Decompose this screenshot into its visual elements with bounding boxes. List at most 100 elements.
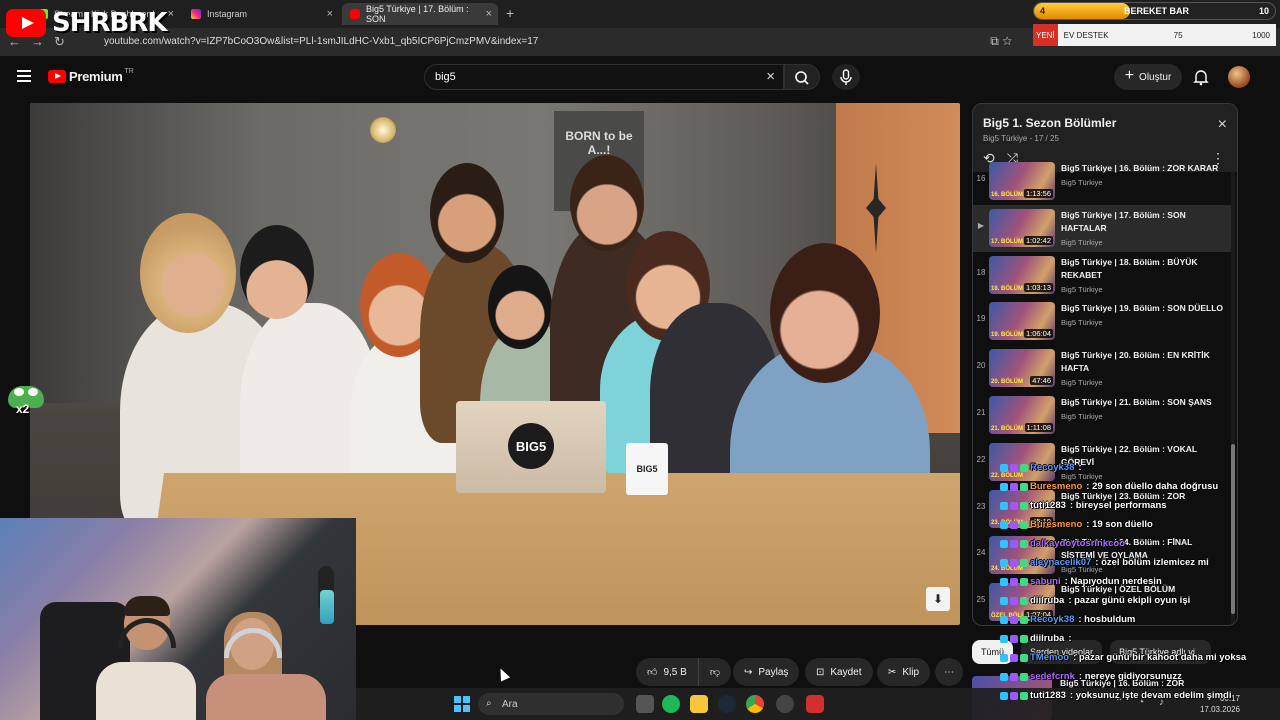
bookmark-icon: ⊡ (816, 666, 825, 678)
playlist-item-index: 18 (976, 267, 986, 277)
share-button[interactable]: ↪ Paylaş (733, 658, 800, 686)
playlist-item-index: 24 (976, 548, 986, 558)
more-horizontal-icon: ⋯ (944, 666, 954, 678)
playlist-title[interactable]: Big5 1. Sezon Bölümler (983, 116, 1116, 130)
playlist-item-title: Big5 Türkiye | 22. Bölüm : VOKAL GÖREVİ (1061, 443, 1197, 467)
like-button[interactable]: 👍︎ 9,5 B (636, 658, 699, 686)
new-tab-button[interactable]: + (506, 5, 514, 21)
create-button[interactable]: + Oluştur (1114, 64, 1182, 90)
create-label: Oluştur (1139, 71, 1172, 83)
playlist-item-channel: Big5 Türkiye (1061, 284, 1103, 294)
microphone-icon (840, 69, 852, 85)
playlist-item-thumbnail: 20. BÖLÜM 47:46 (989, 349, 1055, 388)
playlist-item[interactable]: 21 21. BÖLÜM 1:11:08 Big5 Türkiye | 21. Böl… (973, 392, 1231, 439)
like-dislike-group: 👍︎ 9,5 B 👎︎ (636, 658, 731, 686)
bereket-current: 4 (1040, 6, 1046, 16)
thumbnail-episode-label: 19. BÖLÜM (991, 332, 1024, 339)
taskbar-search[interactable]: ⌕ Ara (478, 693, 624, 715)
avatar[interactable] (1228, 66, 1250, 88)
bookmark-star-icon[interactable]: ⧉ ☆ (990, 34, 1012, 49)
pepe-emote: x2 (4, 386, 50, 420)
playlist-item[interactable]: ▶ 17. BÖLÜM 1:02:42 Big5 Türkiye | 17. Bölü… (973, 204, 1231, 252)
playlist-item-title: Big5 Türkiye | 17. Bölüm : SON HAFTALAR (1061, 209, 1186, 233)
spotify-icon[interactable] (662, 695, 680, 713)
streamer-woman (200, 608, 340, 720)
clip-label: Klip (902, 666, 920, 678)
clip-button[interactable]: ✂ Klip (877, 658, 931, 686)
tab-instagram[interactable]: Instagram × (183, 3, 339, 25)
app-icon[interactable] (806, 695, 824, 713)
playlist-item-index: 23 (976, 501, 986, 511)
scissors-icon: ✂ (888, 666, 897, 678)
clear-search-icon[interactable]: × (766, 68, 775, 85)
save-button[interactable]: ⊡ Kaydet (805, 658, 873, 686)
playlist-item[interactable]: 18 18. BÖLÜM 1:03:13 Big5 Türkiye | 18. Böl… (973, 252, 1231, 299)
playlist-item[interactable]: 23 23. BÖLÜM 45:19 Big5 Türkiye | 23. Bölüm… (973, 486, 1231, 533)
playlist-item-channel: Big5 Türkiye (1061, 565, 1103, 575)
playlist-item-thumbnail: 18. BÖLÜM 1:03:13 (989, 255, 1055, 294)
playlist-item-thumbnail: ÖZEL BÖLÜM 1:07:04 (989, 583, 1055, 622)
tab-youtube-video[interactable]: Big5 Türkiye | 17. Bölüm : SON × (342, 3, 498, 25)
close-icon[interactable]: × (486, 8, 492, 20)
youtube-premium-logo[interactable]: Premium TR (48, 68, 134, 84)
channel-watermark-icon[interactable]: ⬇ (926, 587, 950, 611)
playlist-item-channel: Big5 Türkiye (1061, 178, 1103, 187)
close-icon[interactable]: × (327, 8, 333, 20)
chrome-icon[interactable] (746, 695, 764, 713)
clock-date: 17.03.2026 (1199, 705, 1240, 714)
task-view-icon[interactable] (636, 695, 654, 713)
playlist-scrollbar[interactable] (1231, 172, 1235, 625)
emote-multiplier: x2 (16, 402, 30, 416)
tab-label: Big5 Türkiye | 17. Bölüm : SON (365, 4, 469, 24)
led-light (320, 590, 334, 624)
steam-icon[interactable] (718, 695, 736, 713)
playlist-item-title: Big5 Türkiye | 16. Bölüm : ZOR KARAR (1061, 163, 1219, 173)
playlist-item-thumbnail: 21. BÖLÜM 1:11:08 (989, 395, 1055, 434)
ev-destek-label: EV DESTEK (1063, 30, 1109, 40)
chip-channel[interactable]: Big5 Türkiye adlı vi... (1110, 640, 1212, 664)
dislike-button[interactable]: 👎︎ (698, 658, 731, 686)
ev-destek-bar: YENİ EV DESTEK 75 1000 (1033, 24, 1276, 46)
search-button[interactable] (784, 64, 820, 90)
playlist-subtitle: Big5 Türkiye - 17 / 25 (983, 134, 1059, 143)
bereket-label: BEREKET BAR (1124, 6, 1190, 16)
playlist-item-channel: Big5 Türkiye (1061, 378, 1103, 388)
playlist-item-title: Big5 Türkiye | 23. Bölüm : ZOR (1061, 490, 1186, 501)
search-icon (795, 71, 809, 85)
close-icon[interactable]: × (168, 8, 174, 20)
close-playlist-icon[interactable]: × (1218, 116, 1227, 134)
search-input[interactable]: big5 × (424, 64, 784, 90)
chip-series[interactable]: Serden videolar (1021, 640, 1103, 664)
share-icon: ↪ (744, 666, 753, 678)
playlist-items: 16 16. BÖLÜM 1:13:56 Big5 Türkiye | 16. Böl… (973, 158, 1231, 625)
menu-icon[interactable] (17, 70, 31, 85)
thumbnail-episode-label: 23. BÖLÜM (991, 519, 1024, 526)
playlist-item[interactable]: 20 20. BÖLÜM 47:46 Big5 Türkiye | 20. Bölüm… (973, 345, 1231, 392)
playlist-item-index: 21 (976, 407, 986, 417)
voice-search-button[interactable] (832, 64, 860, 90)
notifications-bell-icon[interactable] (1192, 68, 1210, 86)
video-lamp (370, 117, 396, 143)
playlist-item[interactable]: 24 24. BÖLÜM Big5 Türkiye | 24. Bölüm : Fİ… (973, 532, 1231, 579)
thumbnail-episode-label: 17. BÖLÜM (991, 238, 1024, 245)
save-label: Kaydet (830, 666, 862, 678)
playlist-item[interactable]: 22 22. BÖLÜM Big5 Türkiye | 22. Bölüm : VO… (973, 439, 1231, 486)
thumbnail-episode-label: 16. BÖLÜM (991, 192, 1024, 198)
ev-destek-tag: YENİ (1033, 24, 1058, 46)
video-person-head (770, 243, 880, 383)
file-explorer-icon[interactable] (690, 695, 708, 713)
more-actions-button[interactable]: ⋯ (935, 658, 963, 686)
playlist-item[interactable]: 25 ÖZEL BÖLÜM 1:07:04 Big5 Türkiye | ÖZEL B… (973, 579, 1231, 625)
playlist-item-thumbnail: 22. BÖLÜM (989, 442, 1055, 481)
chip-all[interactable]: Tümü (972, 640, 1014, 664)
taskbar-clock[interactable]: 00:17 17.03.2026 (1200, 693, 1240, 715)
windows-start-icon[interactable] (454, 696, 470, 712)
playlist-item[interactable]: 16 16. BÖLÜM 1:13:56 Big5 Türkiye | 16. Böl… (973, 158, 1231, 205)
playlist-item[interactable]: 19 19. BÖLÜM 1:06:04 Big5 Türkiye | 19. Böl… (973, 298, 1231, 345)
duration-badge: 1:03:13 (1023, 282, 1053, 292)
system-tray-icons[interactable]: ⌃ ◔ ♪ (1115, 697, 1170, 708)
obs-icon[interactable] (776, 695, 794, 713)
playlist-item-index: 25 (976, 595, 986, 605)
url-field[interactable]: youtube.com/watch?v=IZP7bCoO3Ow&list=PLl… (104, 36, 538, 47)
thumbnail-episode-label: 22. BÖLÜM (991, 472, 1024, 479)
